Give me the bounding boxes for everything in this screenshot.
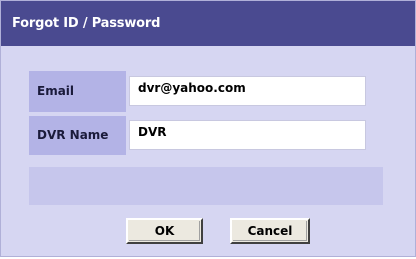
dialog-title: Forgot ID / Password (1, 1, 415, 46)
ok-button[interactable]: OK (126, 218, 203, 244)
email-field[interactable]: dvr@yahoo.com (129, 76, 366, 106)
ok-button-bevel (129, 221, 200, 241)
message-area (29, 167, 383, 205)
cancel-button-bevel (233, 221, 307, 241)
forgot-password-dialog: Forgot ID / Password Email dvr@yahoo.com… (0, 0, 416, 257)
email-label: Email (29, 71, 126, 112)
cancel-button[interactable]: Cancel (230, 218, 310, 244)
dvr-name-label: DVR Name (29, 116, 126, 155)
dvr-name-field[interactable]: DVR (129, 120, 366, 150)
